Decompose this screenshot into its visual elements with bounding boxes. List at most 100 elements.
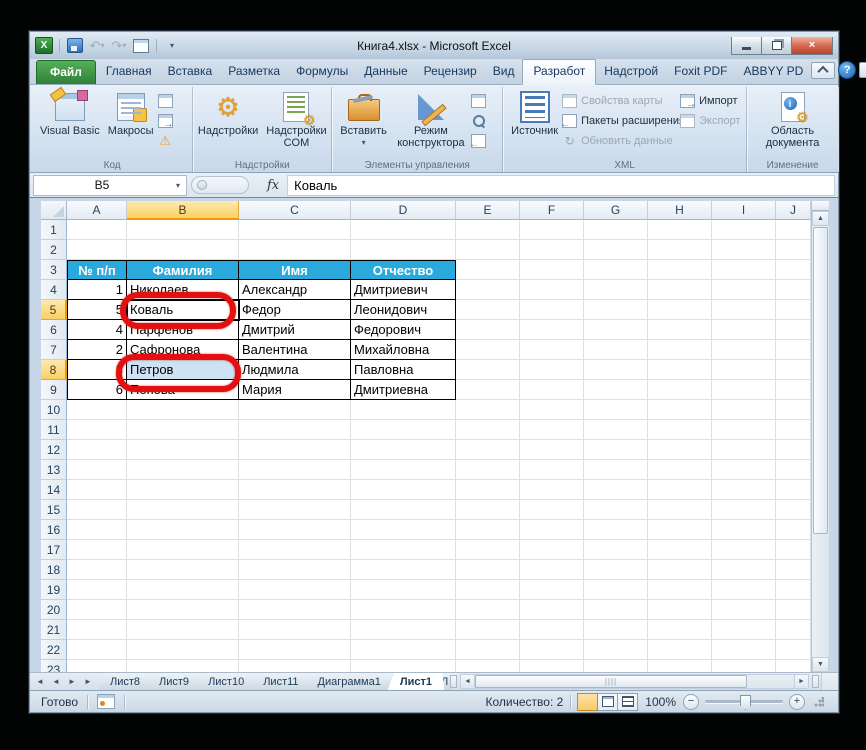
cell-G21[interactable] xyxy=(584,620,648,640)
cell-D6[interactable]: Федорович xyxy=(351,320,456,340)
cell-I13[interactable] xyxy=(712,460,776,480)
cell-A2[interactable] xyxy=(67,240,127,260)
cell-C2[interactable] xyxy=(239,240,351,260)
macro-security-button[interactable]: ⚠ xyxy=(158,132,173,150)
cell-B13[interactable] xyxy=(127,460,239,480)
cell-F19[interactable] xyxy=(520,580,584,600)
cell-E11[interactable] xyxy=(456,420,520,440)
cell-D4[interactable]: Дмитриевич xyxy=(351,280,456,300)
sheet-tab-Лист1[interactable]: Лист1 xyxy=(388,673,444,690)
cell-E23[interactable] xyxy=(456,660,520,672)
cell-C23[interactable] xyxy=(239,660,351,672)
cell-G20[interactable] xyxy=(584,600,648,620)
cell-H3[interactable] xyxy=(648,260,712,280)
cell-G11[interactable] xyxy=(584,420,648,440)
cell-C3[interactable]: Имя xyxy=(239,260,351,280)
cell-H8[interactable] xyxy=(648,360,712,380)
row-header-16[interactable]: 16 xyxy=(41,520,67,540)
cell-A4[interactable]: 1 xyxy=(67,280,127,300)
cell-J21[interactable] xyxy=(776,620,811,640)
cell-A3[interactable]: № п/п xyxy=(67,260,127,280)
cell-C1[interactable] xyxy=(239,220,351,240)
cell-D20[interactable] xyxy=(351,600,456,620)
cell-F14[interactable] xyxy=(520,480,584,500)
document-panel-button[interactable]: i ⚙ Область документа xyxy=(751,89,834,151)
cell-D9[interactable]: Дмитриевна xyxy=(351,380,456,400)
tab-Формулы[interactable]: Формулы xyxy=(288,59,356,84)
cell-H15[interactable] xyxy=(648,500,712,520)
cell-B3[interactable]: Фамилия xyxy=(127,260,239,280)
cell-A22[interactable] xyxy=(67,640,127,660)
cell-I7[interactable] xyxy=(712,340,776,360)
cell-J4[interactable] xyxy=(776,280,811,300)
cell-D1[interactable] xyxy=(351,220,456,240)
cell-F9[interactable] xyxy=(520,380,584,400)
cell-B14[interactable] xyxy=(127,480,239,500)
cell-A20[interactable] xyxy=(67,600,127,620)
form-view-button[interactable] xyxy=(132,37,150,54)
restore-button[interactable] xyxy=(761,36,792,55)
cell-I16[interactable] xyxy=(712,520,776,540)
cell-B8[interactable]: Петров xyxy=(127,360,239,380)
cell-J7[interactable] xyxy=(776,340,811,360)
import-button[interactable]: Импорт xyxy=(680,92,742,110)
cell-E18[interactable] xyxy=(456,560,520,580)
cell-H17[interactable] xyxy=(648,540,712,560)
normal-view-button[interactable] xyxy=(577,692,599,711)
cell-B23[interactable] xyxy=(127,660,239,672)
cell-H7[interactable] xyxy=(648,340,712,360)
cell-J17[interactable] xyxy=(776,540,811,560)
cell-B16[interactable] xyxy=(127,520,239,540)
cell-F15[interactable] xyxy=(520,500,584,520)
last-sheet-button[interactable]: ► xyxy=(81,677,95,686)
cell-G3[interactable] xyxy=(584,260,648,280)
cell-J15[interactable] xyxy=(776,500,811,520)
cell-G12[interactable] xyxy=(584,440,648,460)
cell-C7[interactable]: Валентина xyxy=(239,340,351,360)
cell-I18[interactable] xyxy=(712,560,776,580)
zoom-track[interactable] xyxy=(705,695,783,710)
cell-G7[interactable] xyxy=(584,340,648,360)
row-header-15[interactable]: 15 xyxy=(41,500,67,520)
cell-H19[interactable] xyxy=(648,580,712,600)
cell-A23[interactable] xyxy=(67,660,127,672)
zoom-out-button[interactable]: − xyxy=(683,693,699,710)
help-button[interactable]: ? xyxy=(838,61,857,79)
cell-F2[interactable] xyxy=(520,240,584,260)
cell-A1[interactable] xyxy=(67,220,127,240)
cell-F10[interactable] xyxy=(520,400,584,420)
cell-B5[interactable]: Коваль xyxy=(127,300,239,320)
cell-A8[interactable]: 3 xyxy=(67,360,127,380)
tab-Разработ[interactable]: Разработ xyxy=(522,59,597,85)
cell-D15[interactable] xyxy=(351,500,456,520)
cell-H2[interactable] xyxy=(648,240,712,260)
cell-C4[interactable]: Александр xyxy=(239,280,351,300)
cell-F20[interactable] xyxy=(520,600,584,620)
cell-F3[interactable] xyxy=(520,260,584,280)
cell-A7[interactable]: 2 xyxy=(67,340,127,360)
cell-I23[interactable] xyxy=(712,660,776,672)
cell-B21[interactable] xyxy=(127,620,239,640)
cell-G6[interactable] xyxy=(584,320,648,340)
macros-button[interactable]: Макросы xyxy=(104,89,158,139)
cell-F21[interactable] xyxy=(520,620,584,640)
row-header-14[interactable]: 14 xyxy=(41,480,67,500)
zoom-in-button[interactable]: + xyxy=(789,693,805,710)
tab-file[interactable]: Файл xyxy=(36,60,96,84)
cell-B7[interactable]: Сафронова xyxy=(127,340,239,360)
cell-C17[interactable] xyxy=(239,540,351,560)
row-header-21[interactable]: 21 xyxy=(41,620,67,640)
row-header-3[interactable]: 3 xyxy=(41,260,67,280)
cell-C10[interactable] xyxy=(239,400,351,420)
cell-H13[interactable] xyxy=(648,460,712,480)
cell-G19[interactable] xyxy=(584,580,648,600)
cell-B19[interactable] xyxy=(127,580,239,600)
row-header-19[interactable]: 19 xyxy=(41,580,67,600)
cell-H11[interactable] xyxy=(648,420,712,440)
visual-basic-button[interactable]: Visual Basic xyxy=(36,89,104,139)
column-header-J[interactable]: J xyxy=(776,201,811,220)
cell-C22[interactable] xyxy=(239,640,351,660)
cell-J5[interactable] xyxy=(776,300,811,320)
cell-E16[interactable] xyxy=(456,520,520,540)
cell-D21[interactable] xyxy=(351,620,456,640)
